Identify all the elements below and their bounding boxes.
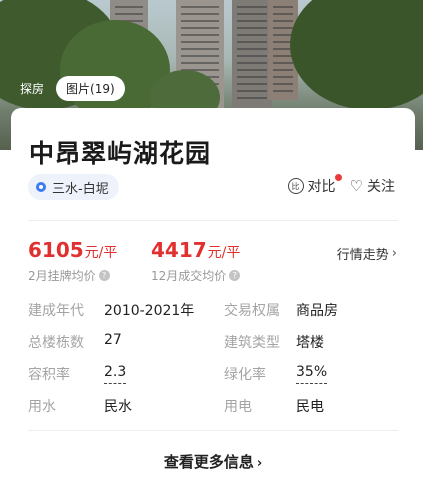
- attribute-item: 用水 民水: [28, 396, 132, 416]
- listing-price-value: 6105: [28, 238, 84, 262]
- listing-price-unit: 元/平: [84, 245, 118, 261]
- attribute-value: 塔楼: [296, 335, 324, 351]
- attribute-label: 建成年代: [28, 303, 84, 319]
- compare-button[interactable]: 比 对比: [287, 174, 342, 196]
- attribute-item: 绿化率 35%: [224, 364, 328, 384]
- attribute-value: 27: [104, 332, 122, 348]
- attribute-label: 绿化率: [224, 367, 266, 383]
- attribute-row: 建成年代 2010-2021年 交易权属 商品房: [28, 300, 398, 322]
- location-pin-icon: [36, 182, 46, 192]
- chevron-right-icon: ›: [256, 456, 263, 471]
- market-trend-label: 行情走势: [336, 248, 389, 263]
- property-card: 中昂翠屿湖花园 三水-白坭 比 对比 ♡ 关注 6105 元/平 2月挂牌均价 …: [11, 108, 415, 483]
- follow-button[interactable]: ♡ 关注: [350, 176, 395, 196]
- heart-icon: ♡: [349, 177, 363, 195]
- attribute-item: 用电 民电: [224, 396, 324, 416]
- attribute-label: 总楼栋数: [28, 335, 84, 351]
- attribute-item: 建成年代 2010-2021年: [28, 300, 194, 320]
- property-title: 中昂翠屿湖花园: [29, 139, 212, 168]
- location-chip[interactable]: 三水-白坭: [28, 174, 119, 200]
- follow-label: 关注: [367, 179, 395, 195]
- attribute-label: 交易权属: [224, 303, 280, 319]
- attribute-value[interactable]: 35%: [296, 364, 328, 384]
- listing-price-block: 6105 元/平 2月挂牌均价 ?: [28, 238, 117, 284]
- help-icon[interactable]: ?: [229, 270, 241, 281]
- attribute-item: 交易权属 商品房: [224, 300, 338, 320]
- attribute-row: 总楼栋数 27 建筑类型 塔楼: [28, 332, 398, 354]
- view-more-button[interactable]: 查看更多信息 ›: [11, 451, 415, 472]
- attribute-value[interactable]: 2.3: [104, 364, 127, 384]
- compare-label: 对比: [307, 179, 336, 195]
- attribute-value: 民水: [104, 399, 132, 415]
- building-illustration: [232, 0, 272, 110]
- deal-price-value: 4417: [151, 238, 207, 262]
- attribute-label: 用电: [224, 399, 252, 415]
- market-trend-link[interactable]: 行情走势 ›: [337, 244, 397, 263]
- view-more-label: 查看更多信息: [163, 453, 254, 471]
- tab-tour[interactable]: 探房: [12, 76, 52, 101]
- attribute-label: 用水: [28, 399, 56, 415]
- attribute-item: 容积率 2.3: [28, 364, 127, 384]
- deal-price-block: 4417 元/平 12月成交均价 ?: [151, 238, 240, 284]
- tree-illustration: [290, 0, 423, 110]
- attribute-label: 容积率: [28, 367, 70, 383]
- action-bar: 比 对比 ♡ 关注: [276, 174, 395, 196]
- deal-price-unit: 元/平: [207, 245, 241, 261]
- divider: [28, 220, 398, 221]
- notification-dot: [334, 174, 342, 181]
- tab-photos[interactable]: 图片(19): [56, 76, 125, 101]
- chevron-right-icon: ›: [391, 246, 397, 261]
- photo-tabs: 探房 图片(19): [12, 76, 125, 101]
- compare-icon: 比: [287, 178, 304, 194]
- attribute-item: 总楼栋数 27: [28, 332, 122, 352]
- listing-price-caption: 2月挂牌均价: [28, 269, 96, 283]
- attribute-item: 建筑类型 塔楼: [224, 332, 324, 352]
- deal-price-caption: 12月成交均价: [151, 269, 227, 283]
- attribute-row: 容积率 2.3 绿化率 35%: [28, 364, 398, 386]
- divider: [28, 430, 398, 431]
- attribute-label: 建筑类型: [224, 335, 280, 351]
- attribute-value: 商品房: [296, 303, 338, 319]
- location-label: 三水-白坭: [52, 181, 109, 197]
- attribute-value: 2010-2021年: [104, 303, 195, 319]
- attribute-value: 民电: [296, 399, 324, 415]
- attribute-row: 用水 民水 用电 民电: [28, 396, 398, 418]
- help-icon[interactable]: ?: [98, 270, 110, 281]
